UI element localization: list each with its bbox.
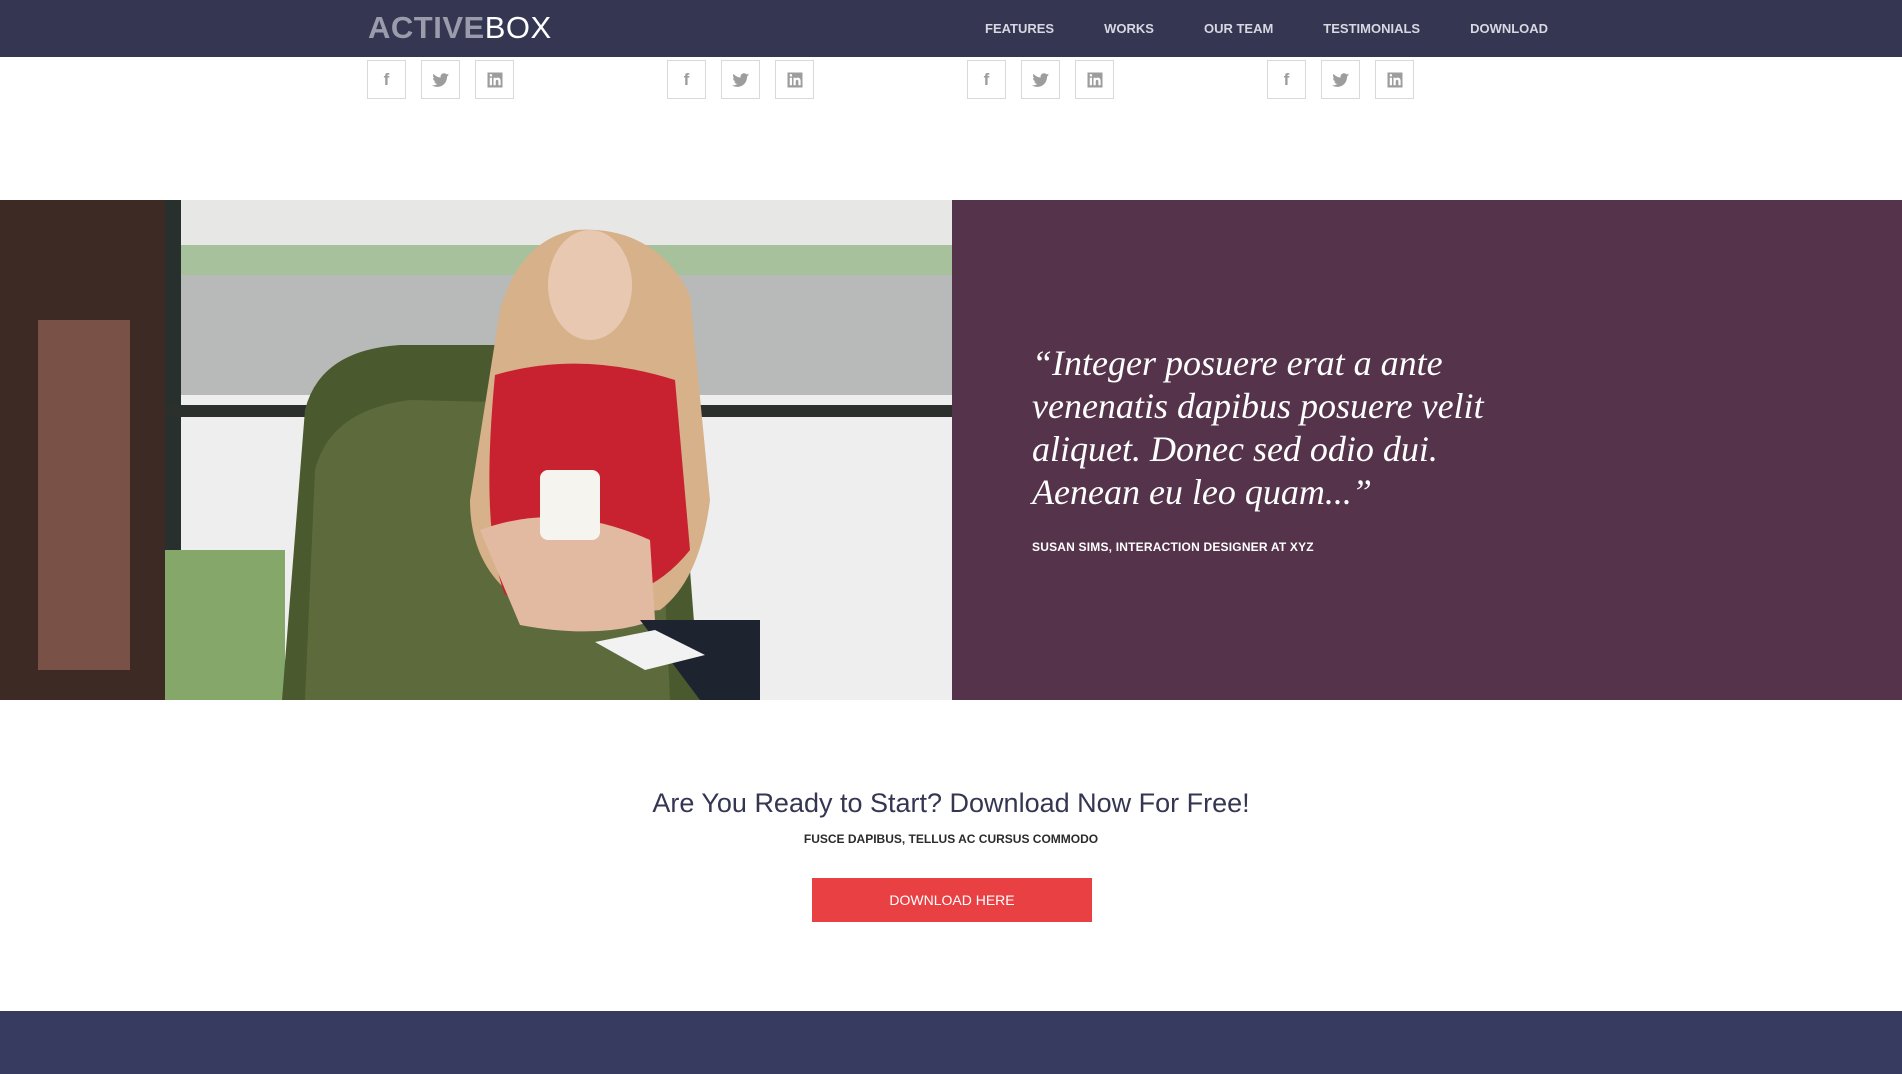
activebox-logo[interactable]: ACTIVEBOX xyxy=(368,10,552,46)
logo-box-text: BOX xyxy=(484,10,552,45)
cta-title: Are You Ready to Start? Download Now For… xyxy=(652,788,1250,818)
page: ACTIVEBOX FEATURES WORKS OUR TEAM TESTIM… xyxy=(0,0,1902,1074)
main-nav: FEATURES WORKS OUR TEAM TESTIMONIALS DOW… xyxy=(985,0,1548,57)
testimonial-photo xyxy=(0,200,952,700)
linkedin-icon[interactable] xyxy=(1375,60,1414,99)
nav-features[interactable]: FEATURES xyxy=(985,21,1054,36)
nav-our-team[interactable]: OUR TEAM xyxy=(1204,21,1273,36)
quote-panel: “Integer posuere erat a ante venenatis d… xyxy=(952,200,1902,700)
linkedin-icon[interactable] xyxy=(475,60,514,99)
testimonial-author: SUSAN SIMS, INTERACTION DESIGNER AT XYZ xyxy=(1032,540,1314,554)
footer-bar xyxy=(0,1011,1902,1074)
twitter-icon[interactable] xyxy=(1321,60,1360,99)
testimonial-section: “Integer posuere erat a ante venenatis d… xyxy=(0,200,1902,700)
team-member-4-social: f xyxy=(1267,60,1414,99)
facebook-icon[interactable]: f xyxy=(967,60,1006,99)
woman-with-coffee-photo xyxy=(0,200,952,700)
linkedin-icon[interactable] xyxy=(1075,60,1114,99)
twitter-icon[interactable] xyxy=(421,60,460,99)
download-cta-section: Are You Ready to Start? Download Now For… xyxy=(0,700,1902,1011)
logo-active-text: ACTIVE xyxy=(368,10,485,45)
team-member-2-social: f xyxy=(667,60,814,99)
team-member-3-social: f xyxy=(967,60,1114,99)
nav-testimonials[interactable]: TESTIMONIALS xyxy=(1323,21,1420,36)
nav-works[interactable]: WORKS xyxy=(1104,21,1154,36)
team-member-1-social: f xyxy=(367,60,514,99)
facebook-icon[interactable]: f xyxy=(367,60,406,99)
testimonial-quote: “Integer posuere erat a ante venenatis d… xyxy=(1032,343,1484,512)
twitter-icon[interactable] xyxy=(1021,60,1060,99)
nav-download[interactable]: DOWNLOAD xyxy=(1470,21,1548,36)
facebook-icon[interactable]: f xyxy=(667,60,706,99)
cta-subtitle: FUSCE DAPIBUS, TELLUS AC CURSUS COMMODO xyxy=(803,832,1099,846)
top-navbar: ACTIVEBOX FEATURES WORKS OUR TEAM TESTIM… xyxy=(0,0,1902,57)
twitter-icon[interactable] xyxy=(721,60,760,99)
facebook-icon[interactable]: f xyxy=(1267,60,1306,99)
linkedin-icon[interactable] xyxy=(775,60,814,99)
download-here-button[interactable]: DOWNLOAD HERE xyxy=(812,878,1092,922)
